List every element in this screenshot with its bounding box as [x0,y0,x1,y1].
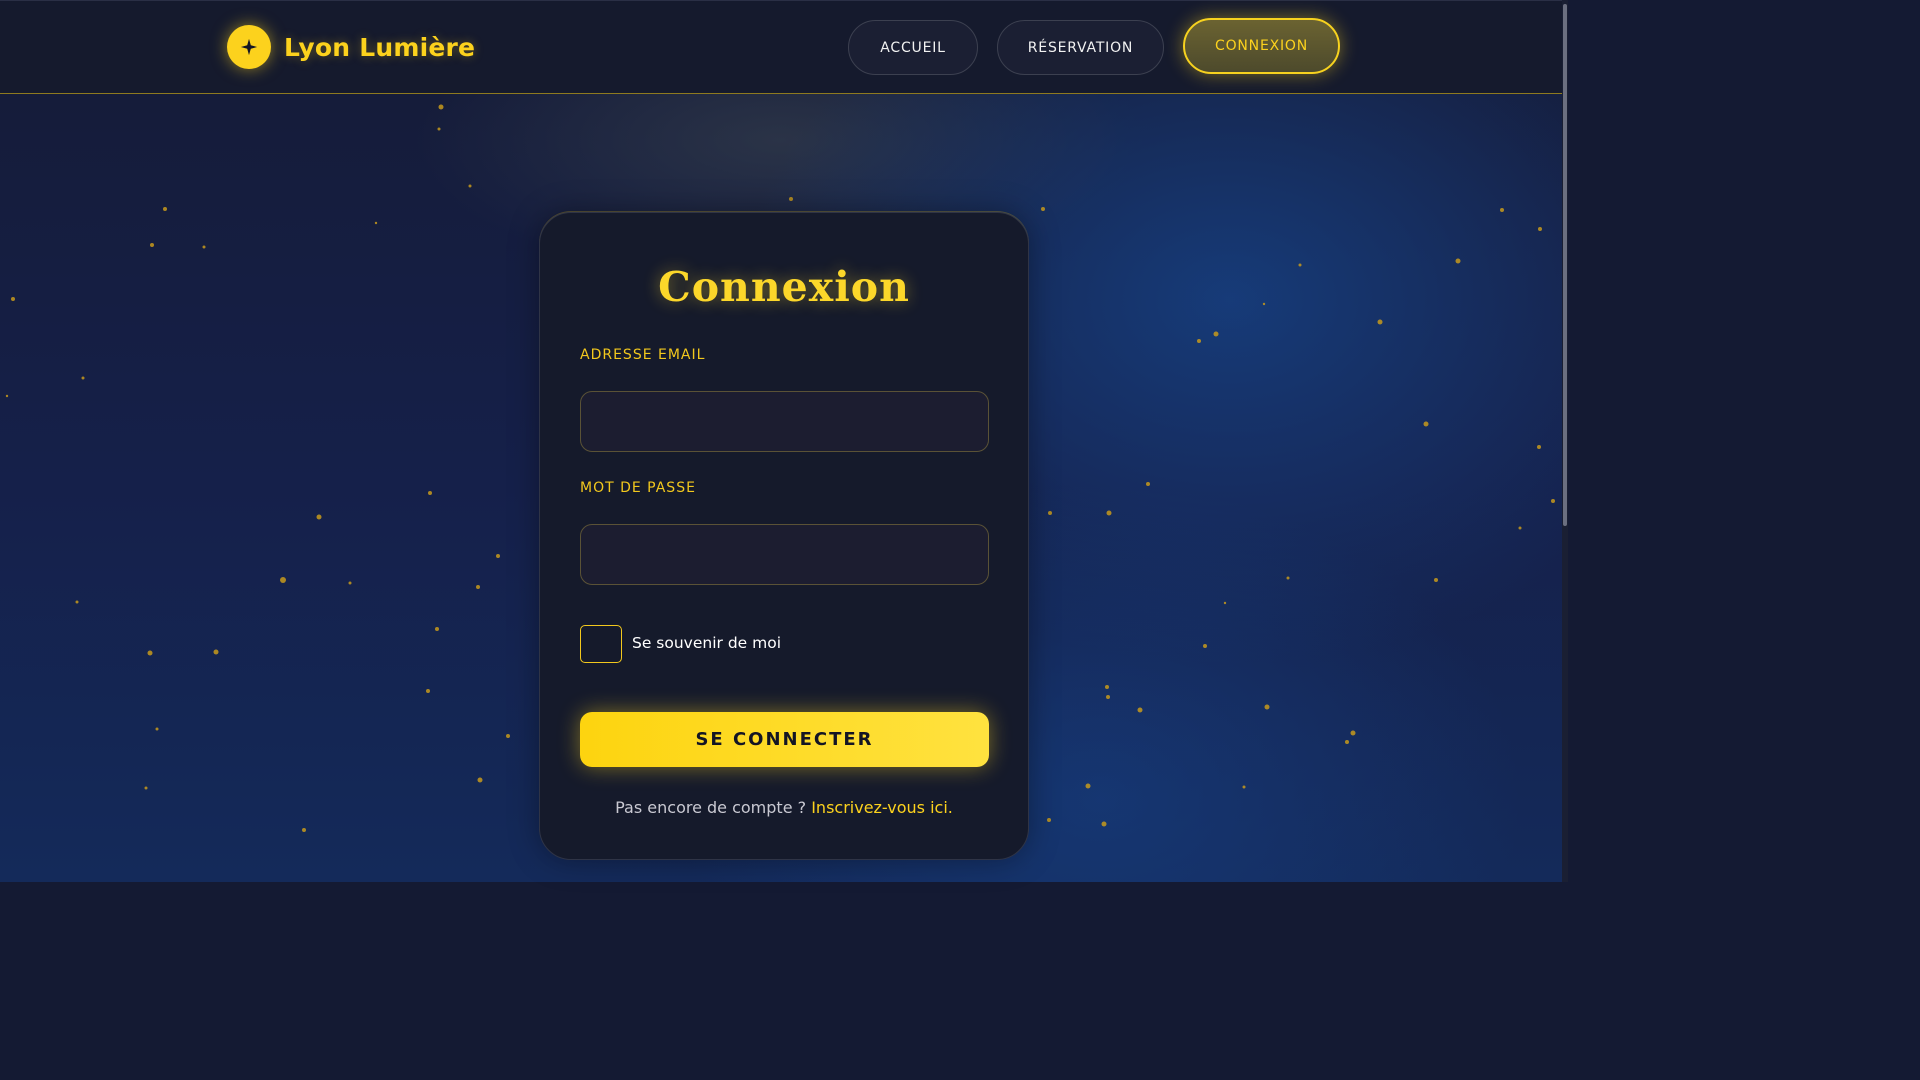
nav-reservation-button[interactable]: RÉSERVATION [997,20,1164,75]
signup-link[interactable]: Inscrivez-vous ici. [811,798,953,817]
email-field[interactable] [580,391,989,452]
signup-prompt-text: Pas encore de compte ? [615,798,812,817]
nav-connexion-button[interactable]: CONNEXION [1183,18,1340,74]
remember-me-checkbox[interactable] [580,625,622,663]
signup-prompt: Pas encore de compte ? Inscrivez-vous ic… [540,798,1028,817]
email-label: ADRESSE EMAIL [580,347,706,363]
page-title: Connexion [658,263,910,311]
top-navbar: Lyon Lumière ACCUEIL RÉSERVATION CONNEXI… [0,0,1568,94]
brand-name: Lyon Lumière [284,32,476,62]
page-scrollbar[interactable] [1562,0,1568,882]
login-submit-button[interactable]: SE CONNECTER [580,712,989,767]
remember-me-label[interactable]: Se souvenir de moi [632,634,781,652]
scrollbar-thumb[interactable] [1563,4,1567,526]
password-label: MOT DE PASSE [580,480,696,496]
password-field[interactable] [580,524,989,585]
nav-accueil-button[interactable]: ACCUEIL [848,20,978,75]
brand-logo[interactable]: Lyon Lumière [227,25,475,69]
sparkle-icon [227,25,271,69]
login-card: Connexion ADRESSE EMAIL MOT DE PASSE Se … [539,212,1029,860]
